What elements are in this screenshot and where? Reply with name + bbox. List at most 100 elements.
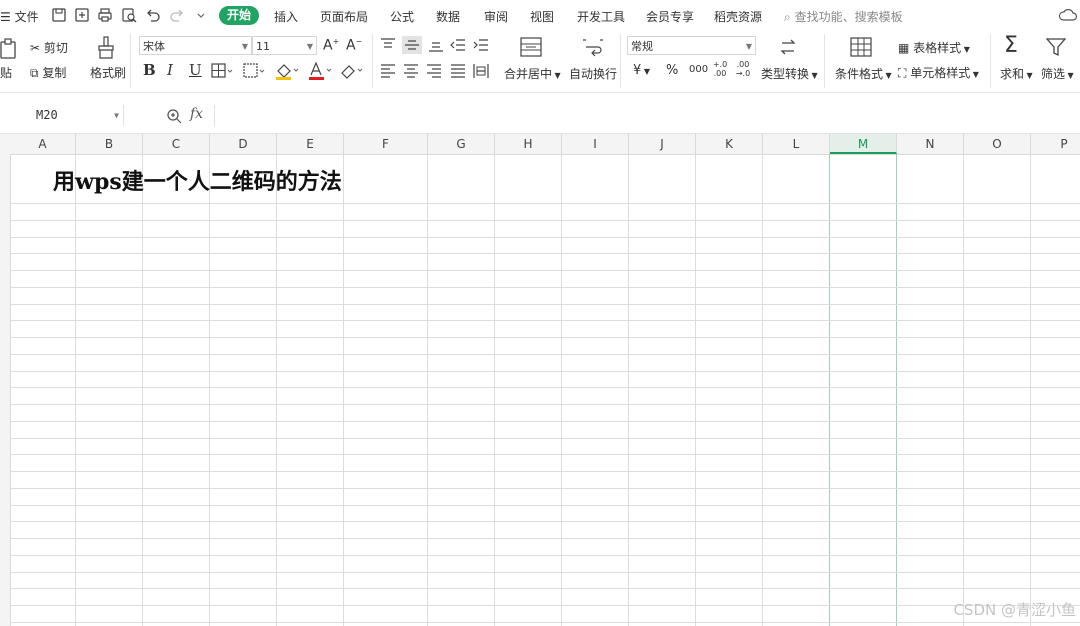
column-header-f[interactable]: F xyxy=(344,134,428,154)
wrap-text-button[interactable]: 自动换行 xyxy=(569,65,617,82)
column-header-b[interactable]: B xyxy=(76,134,143,154)
tab-data[interactable]: 数据 xyxy=(436,8,460,25)
tab-developer[interactable]: 开发工具 xyxy=(577,8,625,25)
column-header-j[interactable]: J xyxy=(629,134,696,154)
grid-row-line xyxy=(10,253,1080,254)
align-middle-icon[interactable] xyxy=(402,36,422,54)
align-right-icon[interactable] xyxy=(426,64,442,78)
merge-center-button[interactable]: 合并居中 ▼ xyxy=(504,65,561,82)
undo-icon[interactable] xyxy=(145,7,161,23)
ribbon-separator xyxy=(824,34,825,88)
grid-row-line xyxy=(10,320,1080,321)
align-center-icon[interactable] xyxy=(403,64,419,78)
conditional-format-button[interactable]: 条件格式 ▼ xyxy=(835,65,892,82)
fill-color-icon[interactable] xyxy=(275,62,301,80)
distribute-icon[interactable] xyxy=(473,63,489,79)
justify-icon[interactable] xyxy=(450,64,466,78)
conditional-format-label: 条件格式 xyxy=(835,67,884,81)
filter-button[interactable]: 筛选 ▼ xyxy=(1041,65,1074,82)
type-convert-icon[interactable] xyxy=(778,37,798,57)
increase-font-icon[interactable]: A+ xyxy=(323,37,339,54)
border-icon[interactable] xyxy=(211,63,235,79)
grid-row-line xyxy=(10,572,1080,573)
more-quick-access-icon[interactable] xyxy=(193,7,209,23)
decrease-font-icon[interactable]: A− xyxy=(346,37,362,54)
tab-formulas[interactable]: 公式 xyxy=(390,8,414,25)
column-header-d[interactable]: D xyxy=(210,134,277,154)
cell-style-button[interactable]: ⛶ 单元格样式 ▼ xyxy=(898,64,979,81)
print-preview-icon[interactable] xyxy=(121,7,137,23)
tab-member[interactable]: 会员专享 xyxy=(646,8,694,25)
merge-center-icon[interactable] xyxy=(520,37,542,57)
sum-button[interactable]: 求和 ▼ xyxy=(1000,65,1033,82)
chevron-down-icon: ▼ xyxy=(970,70,979,79)
column-header-h[interactable]: H xyxy=(495,134,562,154)
align-left-icon[interactable] xyxy=(380,64,396,78)
file-menu[interactable]: ☰ 文件 xyxy=(0,8,39,25)
print-icon[interactable] xyxy=(97,7,113,23)
tab-insert[interactable]: 插入 xyxy=(274,8,298,25)
save-icon[interactable] xyxy=(51,7,67,23)
underline-button[interactable]: U xyxy=(189,61,202,79)
column-header-e[interactable]: E xyxy=(277,134,344,154)
grid-row-line xyxy=(10,438,1080,439)
decrease-decimal-button[interactable]: .00 →.0 xyxy=(734,60,752,78)
number-format-value: 常规 xyxy=(631,40,653,53)
tab-start[interactable]: 开始 xyxy=(219,6,259,25)
tab-page-layout[interactable]: 页面布局 xyxy=(320,8,368,25)
copy-icon: ⧉ xyxy=(30,66,39,80)
column-header-k[interactable]: K xyxy=(696,134,763,154)
font-name-select[interactable]: 宋体 ▼ xyxy=(139,36,252,55)
redo-icon[interactable] xyxy=(169,7,185,23)
tab-review[interactable]: 审阅 xyxy=(484,8,508,25)
bold-button[interactable]: B xyxy=(143,61,156,79)
search-box[interactable]: ⌕ 查找功能、搜索模板 xyxy=(784,8,903,25)
export-pdf-icon[interactable] xyxy=(74,7,90,23)
italic-button[interactable]: I xyxy=(167,61,173,79)
merge-center-label: 合并居中 xyxy=(504,67,553,81)
cloud-icon[interactable] xyxy=(1058,7,1078,23)
table-style-button[interactable]: ▦ 表格样式 ▼ xyxy=(898,39,970,56)
increase-indent-icon[interactable] xyxy=(473,38,489,52)
zoom-icon[interactable] xyxy=(166,108,182,124)
column-header-m[interactable]: M xyxy=(830,134,897,154)
percent-button[interactable]: % xyxy=(666,63,678,78)
paste-label[interactable]: 贴 xyxy=(0,64,12,81)
column-header-g[interactable]: G xyxy=(428,134,495,154)
increase-decimal-button[interactable]: +.0 .00 xyxy=(711,60,729,78)
name-box[interactable]: M20 ▼ xyxy=(0,105,124,126)
column-header-l[interactable]: L xyxy=(763,134,830,154)
title-cell-text[interactable]: 用wps建一个人二维码的方法 xyxy=(53,164,342,196)
format-painter-label[interactable]: 格式刷 xyxy=(90,64,126,81)
format-painter-icon[interactable] xyxy=(96,36,116,60)
column-header-c[interactable]: C xyxy=(143,134,210,154)
decrease-indent-icon[interactable] xyxy=(450,38,466,52)
copy-button[interactable]: ⧉ 复制 xyxy=(30,64,66,81)
fx-button[interactable]: fx xyxy=(190,106,203,122)
sum-icon[interactable]: Σ xyxy=(1004,33,1018,58)
align-top-icon[interactable] xyxy=(380,38,396,52)
wrap-text-icon[interactable] xyxy=(582,37,604,57)
number-format-select[interactable]: 常规 ▼ xyxy=(627,36,756,55)
column-header-n[interactable]: N xyxy=(897,134,964,154)
paste-icon[interactable] xyxy=(0,38,18,60)
formula-input[interactable] xyxy=(214,105,1080,126)
tab-view[interactable]: 视图 xyxy=(530,8,554,25)
column-header-o[interactable]: O xyxy=(964,134,1031,154)
font-size-select[interactable]: 11 ▼ xyxy=(252,36,317,55)
conditional-format-icon[interactable] xyxy=(850,37,872,57)
column-header-p[interactable]: P xyxy=(1031,134,1080,154)
column-header-a[interactable]: A xyxy=(10,134,76,154)
type-convert-button[interactable]: 类型转换 ▼ xyxy=(761,65,818,82)
font-color-icon[interactable] xyxy=(308,62,334,80)
column-header-i[interactable]: I xyxy=(562,134,629,154)
cut-button[interactable]: ✂ 剪切 xyxy=(30,39,68,56)
filter-icon[interactable] xyxy=(1046,37,1066,57)
fill-border-icon[interactable] xyxy=(243,63,267,79)
tab-docer[interactable]: 稻壳资源 xyxy=(714,8,762,25)
thousands-separator-button[interactable]: 000 xyxy=(689,64,708,75)
clear-format-icon[interactable] xyxy=(339,62,365,80)
align-bottom-icon[interactable] xyxy=(428,38,444,52)
currency-button[interactable]: ¥ ▼ xyxy=(633,63,650,78)
worksheet-grid[interactable] xyxy=(10,154,1080,626)
